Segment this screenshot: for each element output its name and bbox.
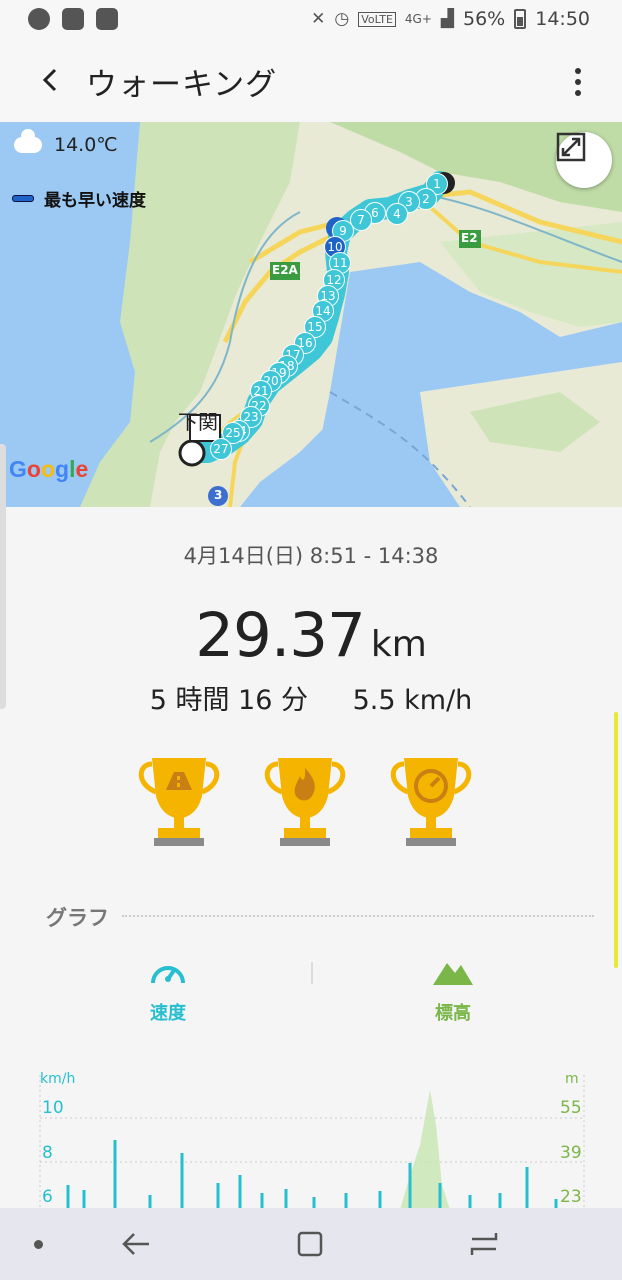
left-tick: 8 [42, 1143, 53, 1163]
distance-value: 29.37 [195, 600, 366, 671]
place-label: 下関 [178, 410, 218, 434]
speedometer-icon [151, 966, 185, 984]
expand-map-button[interactable] [556, 132, 612, 188]
speedometer-trophy-icon [390, 758, 472, 846]
flame-trophy-icon [264, 758, 346, 846]
route-marker: 27 [210, 438, 232, 460]
chart-canvas [39, 1075, 585, 1210]
more-dot-icon [575, 68, 581, 74]
mountain-icon [433, 963, 473, 985]
right-tick: 39 [560, 1143, 582, 1163]
nav-recents-button[interactable] [464, 1226, 504, 1262]
google-logo: Google [9, 456, 89, 482]
distance-unit: km [370, 624, 427, 665]
road-label-e2a: E2A [272, 263, 298, 277]
left-axis-unit: km/h [40, 1071, 76, 1087]
route-map[interactable]: E2A E2 3 下関 1234679101112131415161718192… [0, 122, 622, 507]
tab-speed[interactable]: 速度 [108, 955, 228, 1025]
map-legend: 最も早い速度 [12, 186, 146, 211]
section-divider [122, 915, 594, 917]
app-notification-icon [28, 8, 50, 30]
right-tick: 23 [560, 1187, 582, 1207]
battery-percent: 56% [463, 8, 506, 30]
left-tick: 6 [42, 1187, 53, 1207]
distance: 29.37 km [0, 600, 622, 671]
clock: 14:50 [535, 8, 590, 30]
more-options-button[interactable] [564, 62, 592, 102]
nav-home-button[interactable] [290, 1226, 330, 1262]
road-label-e2: E2 [461, 231, 478, 245]
map-canvas [80, 122, 622, 507]
notification-icons [28, 8, 118, 30]
tab-divider [311, 962, 313, 984]
achievements [130, 750, 480, 850]
tab-speed-label: 速度 [150, 1003, 186, 1024]
right-tick: 55 [560, 1098, 582, 1118]
navigation-bar [0, 1208, 622, 1280]
page-title: ウォーキング [86, 67, 278, 103]
shield-icon [62, 8, 84, 30]
duration: 5 時間 16 分 [149, 685, 309, 716]
network-type: 4G+ [404, 12, 432, 26]
system-status: ✕ ◷ VoLTE 4G+ ▟ 56% 14:50 [311, 8, 590, 30]
trophy-distance[interactable] [130, 750, 228, 850]
graph-section-title: グラフ [46, 906, 109, 930]
back-button[interactable] [30, 60, 70, 100]
average-speed: 5.5 km/h [352, 685, 473, 716]
status-bar: ✕ ◷ VoLTE 4G+ ▟ 56% 14:50 [0, 0, 622, 40]
chevron-left-icon [42, 68, 57, 92]
weather-info: 14.0℃ [14, 129, 118, 156]
app-bar: ウォーキング [0, 40, 622, 120]
signal-icon: ▟ [440, 9, 454, 29]
more-dot-icon [575, 90, 581, 96]
trophy-calories[interactable] [256, 750, 354, 850]
road-trophy-icon [138, 758, 220, 846]
trophy-speed[interactable] [382, 750, 480, 850]
expand-icon [556, 132, 586, 162]
nav-back-button[interactable] [116, 1226, 156, 1262]
legend-label: 最も早い速度 [44, 191, 146, 211]
more-dot-icon [575, 79, 581, 85]
dot-icon [33, 1239, 43, 1249]
volte-badge: VoLTE [358, 11, 396, 27]
mute-icon: ✕ [311, 9, 326, 29]
road-label-3: 3 [214, 488, 223, 502]
nav-dot-button[interactable] [18, 1226, 58, 1262]
route-marker: 4 [386, 203, 408, 225]
activity-icon [96, 8, 118, 30]
scrollbar[interactable] [614, 712, 618, 968]
temperature: 14.0℃ [54, 134, 118, 156]
back-arrow-icon [122, 1233, 149, 1255]
speed-elevation-chart: km/h m 10 8 6 55 39 23 [0, 1065, 622, 1210]
tab-elevation[interactable]: 標高 [393, 955, 513, 1025]
legend-swatch [12, 195, 34, 202]
alarm-icon: ◷ [334, 9, 350, 29]
battery-icon [514, 9, 527, 29]
date-range: 4月14日(日) 8:51 - 14:38 [183, 544, 439, 568]
tab-elevation-label: 標高 [435, 1003, 471, 1024]
summary-stats: 5 時間 16 分 5.5 km/h [0, 678, 622, 717]
right-axis-unit: m [565, 1071, 579, 1087]
home-square-icon [297, 1231, 323, 1257]
cloud-icon [14, 129, 42, 153]
left-tick: 10 [42, 1098, 64, 1118]
recents-icon [470, 1233, 498, 1255]
